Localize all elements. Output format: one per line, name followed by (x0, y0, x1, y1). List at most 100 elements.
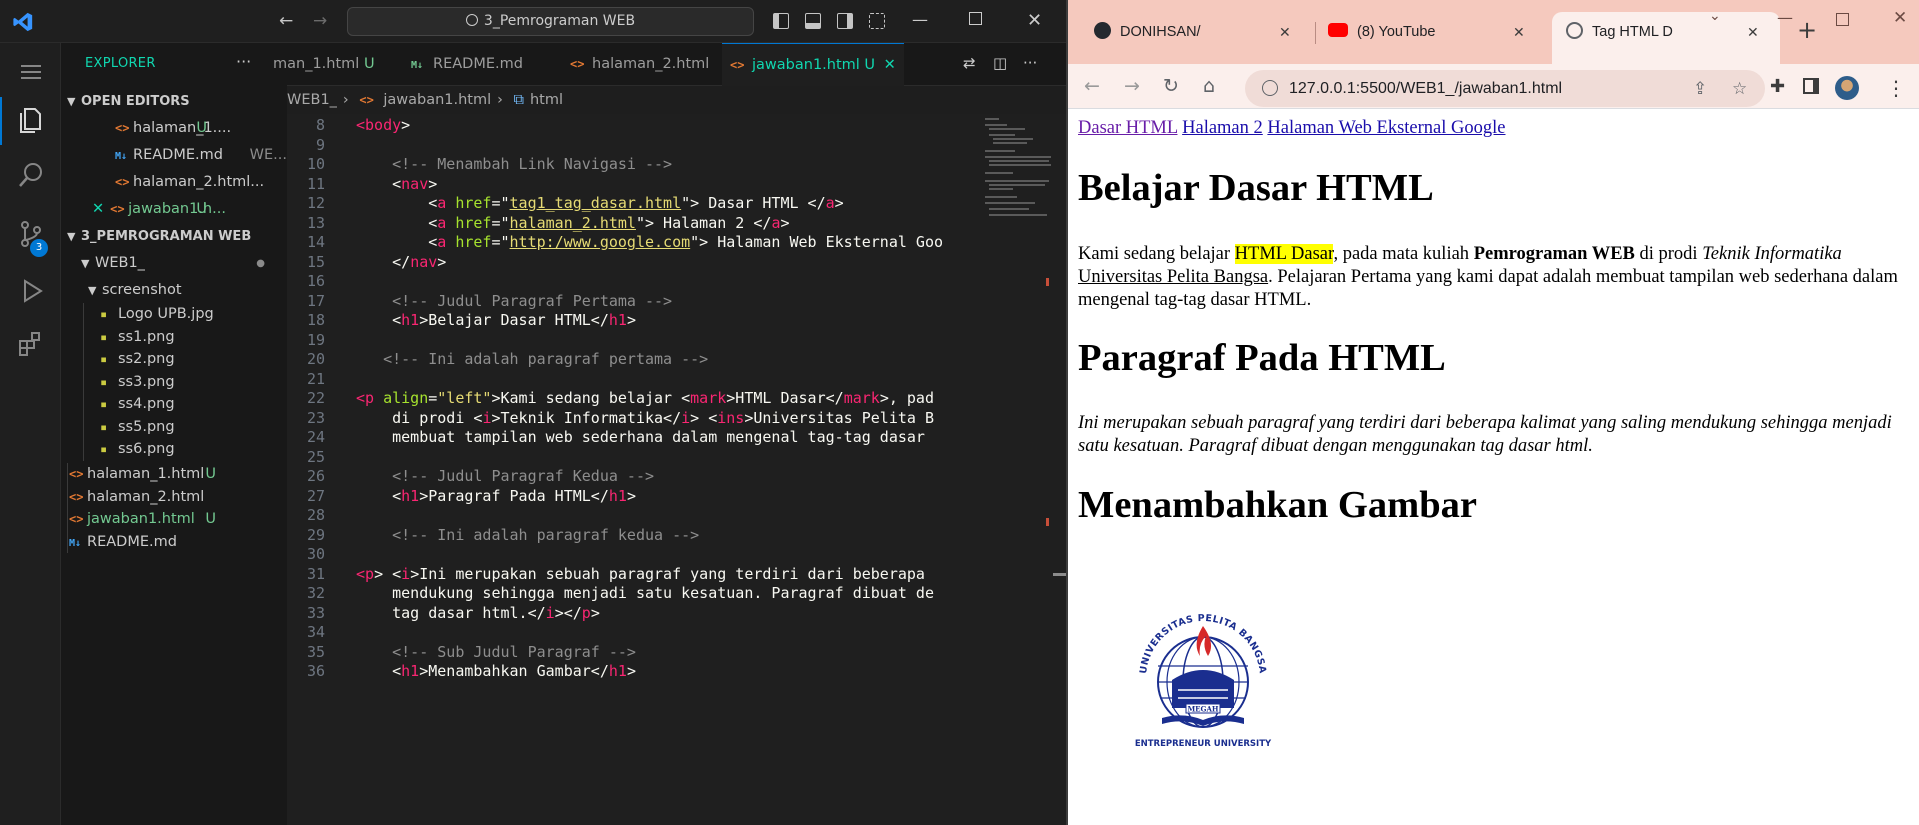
code-token: "> Dasar HTML </ (681, 194, 826, 212)
split-editor-icon[interactable]: ◫ (993, 54, 1007, 72)
open-editors-header[interactable]: ▼ OPEN EDITORS (61, 88, 287, 115)
info-icon[interactable] (1262, 80, 1278, 96)
tab-tag-html[interactable]: Tag HTML D ✕ (1552, 12, 1780, 64)
back-arrow-icon[interactable]: ← (1084, 75, 1100, 97)
code-text: mendukung sehingga menjadi satu kesatuan… (356, 584, 934, 604)
avatar[interactable] (1835, 76, 1859, 100)
code-token: = (428, 389, 438, 407)
forward-arrow-icon[interactable]: → (313, 12, 327, 30)
close-tab-icon[interactable]: ✕ (884, 57, 896, 73)
nav-link-google[interactable]: Halaman Web Eksternal Google (1267, 118, 1505, 138)
toggle-panel-icon[interactable] (805, 13, 821, 29)
tab-halaman-2[interactable]: <> halaman_2.html (570, 43, 709, 86)
line-number: 16 (306, 272, 325, 290)
tab-readme[interactable]: M↓ README.md (411, 43, 523, 86)
reload-icon[interactable]: ↻ (1163, 75, 1179, 97)
file-item[interactable]: ▪ ss1.png (61, 325, 287, 348)
file-item[interactable]: <> halaman_1.html U (61, 463, 287, 486)
side-panel-icon[interactable] (1803, 78, 1819, 94)
code-token: membuat tampilan web sederhana dalam men… (356, 428, 934, 446)
html-file-icon: <> (359, 93, 374, 107)
share-icon[interactable]: ⇪ (1693, 70, 1707, 107)
close-window-icon[interactable]: ✕ (1893, 8, 1907, 28)
compare-changes-icon[interactable]: ⇄ (963, 54, 976, 72)
nav-link-dasar-html[interactable]: Dasar HTML (1078, 118, 1178, 138)
globe-icon (1566, 22, 1583, 39)
code-token: ></ (554, 603, 582, 622)
maximize-icon[interactable] (1836, 13, 1849, 26)
code-token: > (401, 116, 411, 134)
minimap[interactable] (983, 114, 1053, 234)
run-debug-icon[interactable] (16, 276, 46, 306)
tab-github[interactable]: DONIHSAN/ ✕ (1084, 12, 1312, 64)
code-text: <a href="halaman_2.html"> Halaman 2 </a> (356, 213, 789, 234)
file-item[interactable]: ▪ ss2.png (61, 348, 287, 371)
folder-screenshot[interactable]: ▼ screenshot (61, 277, 287, 304)
code-token: "> Halaman 2 </ (635, 213, 772, 232)
minimize-icon[interactable]: — (912, 10, 928, 29)
folder-web1[interactable]: ▼ WEB1_ ● (61, 250, 287, 277)
code-token: mendukung sehingga menjadi satu kesatuan… (356, 584, 934, 602)
nav-link-halaman-2[interactable]: Halaman 2 (1182, 118, 1263, 138)
bookmark-star-icon[interactable]: ☆ (1732, 70, 1747, 107)
tab-youtube[interactable]: (8) YouTube ✕ (1318, 12, 1546, 64)
tab-halaman-1[interactable]: man_1.html U (273, 43, 375, 86)
file-item[interactable]: ▪ ss6.png (61, 438, 287, 461)
code-token: h1 (401, 662, 420, 680)
open-editor-item[interactable]: <> halaman_2.html... (61, 169, 287, 196)
tab-list-chevron-icon[interactable]: ⌄ (1709, 8, 1721, 24)
html-file-icon: <> (115, 121, 130, 135)
markdown-file-icon: M↓ (411, 60, 424, 71)
paragraph-second: Ini merupakan sebuah paragraf yang terdi… (1078, 413, 1892, 456)
markdown-file-icon: M↓ (69, 537, 82, 549)
code-token: =" (491, 213, 510, 232)
file-item[interactable]: ▪ ss3.png (61, 370, 287, 393)
close-tab-icon[interactable]: ✕ (1513, 12, 1525, 52)
close-tab-icon[interactable]: ✕ (1279, 12, 1291, 52)
file-item[interactable]: ▪ ss5.png (61, 415, 287, 438)
home-icon[interactable]: ⌂ (1203, 75, 1215, 97)
code-editor[interactable]: 8 <body> 9 10 <!-- Menambah Link Navigasi -… (287, 114, 1066, 825)
new-tab-icon[interactable]: + (1797, 16, 1817, 44)
maximize-icon[interactable] (969, 12, 982, 25)
forward-arrow-icon[interactable]: → (1124, 75, 1140, 97)
menu-icon[interactable] (16, 57, 46, 87)
code-token: >Universitas Pelita B (744, 408, 934, 427)
open-editor-item[interactable]: M↓ README.md WE... (61, 142, 287, 169)
search-view-icon[interactable] (16, 160, 46, 190)
project-folder-header[interactable]: ▼ 3_PEMROGRAMAN WEB (61, 223, 287, 250)
open-editor-item[interactable]: <> halaman_1.... U (61, 115, 287, 142)
toggle-primary-sidebar-icon[interactable] (773, 13, 789, 29)
file-item[interactable]: <> halaman_2.html (61, 485, 287, 508)
extensions-icon[interactable] (16, 329, 46, 359)
close-editor-icon[interactable]: ✕ (92, 201, 104, 217)
file-item[interactable]: ▪ ss4.png (61, 393, 287, 416)
git-status-badge: U (205, 511, 216, 527)
scrollbar-thumb[interactable] (1053, 573, 1066, 576)
close-window-icon[interactable]: ✕ (1027, 10, 1042, 31)
minimize-icon[interactable]: — (1777, 8, 1793, 27)
image-file-icon: ▪ (100, 397, 108, 411)
command-center-search[interactable]: 3_Pemrograman WEB (347, 7, 754, 36)
tab-jawaban1[interactable]: <> jawaban1.html U ✕ (722, 43, 904, 86)
more-actions-icon[interactable]: ··· (1023, 54, 1037, 72)
line-number: 11 (306, 174, 325, 193)
toggle-secondary-sidebar-icon[interactable] (837, 13, 853, 29)
code-token: "left" (437, 389, 492, 407)
open-editor-item-active[interactable]: ✕ <> jawaban1.h... U (61, 196, 287, 223)
back-arrow-icon[interactable]: ← (279, 12, 293, 30)
extensions-puzzle-icon[interactable]: ✚ (1770, 76, 1785, 97)
file-item[interactable]: ▪ Logo UPB.jpg (61, 303, 287, 326)
customize-layout-icon[interactable] (869, 13, 885, 29)
code-token: align (383, 389, 429, 407)
file-item[interactable]: M↓ README.md (61, 530, 287, 553)
address-bar[interactable]: 127.0.0.1:5500/WEB1_/jawaban1.html ⇪ ☆ (1245, 70, 1765, 107)
code-token: =" (491, 233, 510, 251)
explorer-icon[interactable] (16, 104, 46, 134)
kebab-menu-icon[interactable]: ⋮ (1886, 76, 1906, 100)
file-item[interactable]: <> jawaban1.html U (61, 508, 287, 531)
more-actions-icon[interactable]: ··· (236, 52, 251, 71)
close-tab-icon[interactable]: ✕ (1747, 12, 1759, 52)
code-text: <a href="tag1_tag_dasar.html"> Dasar HTM… (356, 194, 843, 214)
